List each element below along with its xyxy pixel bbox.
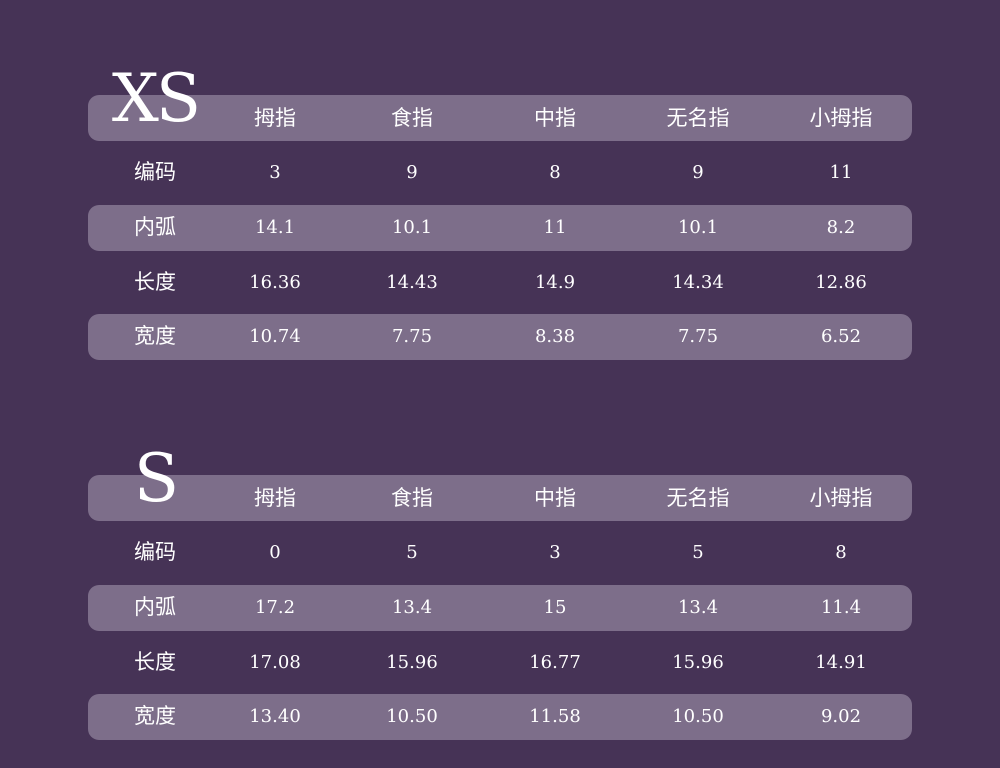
table-row: 编码 3 9 8 9 11 bbox=[88, 150, 912, 196]
table-cell: 14.9 bbox=[534, 272, 576, 293]
table-cell: 9 bbox=[406, 162, 418, 183]
table-cell: 14.1 bbox=[254, 217, 296, 238]
table-cell: 15.96 bbox=[386, 652, 438, 673]
table-cell: 9.02 bbox=[820, 706, 862, 727]
table-cell: 3 bbox=[269, 162, 281, 183]
table-cell: 11 bbox=[829, 162, 853, 183]
size-table-s: S 拇指 食指 中指 无名指 小拇指 编码 0 5 3 5 8 内弧 17.2 … bbox=[0, 440, 1000, 740]
table-cell: 12.86 bbox=[815, 272, 867, 293]
table-cell: 16.77 bbox=[529, 652, 581, 673]
row-label: 宽度 bbox=[134, 324, 176, 348]
row-label: 宽度 bbox=[134, 704, 176, 728]
table-cell: 14.34 bbox=[672, 272, 724, 293]
row-label: 内弧 bbox=[134, 215, 176, 239]
table-cell: 8 bbox=[549, 162, 561, 183]
table-cell: 10.50 bbox=[386, 706, 438, 727]
table-cell: 10.74 bbox=[249, 326, 301, 347]
table-cell: 7.75 bbox=[677, 326, 719, 347]
size-label: XS bbox=[111, 60, 201, 137]
column-header: 拇指 bbox=[254, 486, 296, 510]
table-cell: 15.96 bbox=[672, 652, 724, 673]
table-row: 编码 0 5 3 5 8 bbox=[88, 530, 912, 576]
table-cell: 13.4 bbox=[677, 597, 719, 618]
table-cell: 11.58 bbox=[529, 706, 581, 727]
table-cell: 8.38 bbox=[534, 326, 576, 347]
table-cell: 8 bbox=[835, 542, 847, 563]
table-cell: 15 bbox=[543, 597, 567, 618]
table-cell: 6.52 bbox=[820, 326, 862, 347]
row-label: 编码 bbox=[134, 540, 176, 564]
table-row: 内弧 14.1 10.1 11 10.1 8.2 bbox=[88, 205, 912, 251]
table-row: 长度 17.08 15.96 16.77 15.96 14.91 bbox=[88, 640, 912, 686]
table-cell: 14.91 bbox=[815, 652, 867, 673]
table-row: 宽度 13.40 10.50 11.58 10.50 9.02 bbox=[88, 694, 912, 740]
row-label: 内弧 bbox=[134, 595, 176, 619]
size-label: S bbox=[133, 440, 179, 517]
row-label: 编码 bbox=[134, 160, 176, 184]
column-header: 小拇指 bbox=[809, 486, 873, 510]
table-cell: 13.4 bbox=[391, 597, 433, 618]
row-label: 长度 bbox=[134, 270, 176, 294]
table-cell: 5 bbox=[692, 542, 704, 563]
column-header: 中指 bbox=[534, 486, 576, 510]
table-cell: 17.08 bbox=[249, 652, 301, 673]
column-header: 食指 bbox=[391, 106, 433, 130]
table-cell: 7.75 bbox=[391, 326, 433, 347]
table-cell: 8.2 bbox=[826, 217, 856, 238]
size-table-xs: XS 拇指 食指 中指 无名指 小拇指 编码 3 9 8 9 11 内弧 14.… bbox=[0, 60, 1000, 360]
table-cell: 10.1 bbox=[391, 217, 433, 238]
table-cell: 11 bbox=[543, 217, 567, 238]
column-header: 小拇指 bbox=[809, 106, 873, 130]
table-row: 内弧 17.2 13.4 15 13.4 11.4 bbox=[88, 585, 912, 631]
table-cell: 14.43 bbox=[386, 272, 438, 293]
column-header: 中指 bbox=[534, 106, 576, 130]
table-row: 宽度 10.74 7.75 8.38 7.75 6.52 bbox=[88, 314, 912, 360]
column-header: 拇指 bbox=[254, 106, 296, 130]
table-cell: 3 bbox=[549, 542, 561, 563]
table-row: 长度 16.36 14.43 14.9 14.34 12.86 bbox=[88, 260, 912, 306]
row-label: 长度 bbox=[134, 650, 176, 674]
table-cell: 17.2 bbox=[254, 597, 296, 618]
table-cell: 16.36 bbox=[249, 272, 301, 293]
table-cell: 11.4 bbox=[820, 597, 862, 618]
table-cell: 9 bbox=[692, 162, 704, 183]
table-cell: 10.50 bbox=[672, 706, 724, 727]
table-cell: 13.40 bbox=[249, 706, 301, 727]
column-header: 食指 bbox=[391, 486, 433, 510]
table-cell: 5 bbox=[406, 542, 418, 563]
column-header: 无名指 bbox=[666, 486, 730, 510]
column-header: 无名指 bbox=[666, 106, 730, 130]
table-cell: 0 bbox=[269, 542, 281, 563]
table-cell: 10.1 bbox=[677, 217, 719, 238]
